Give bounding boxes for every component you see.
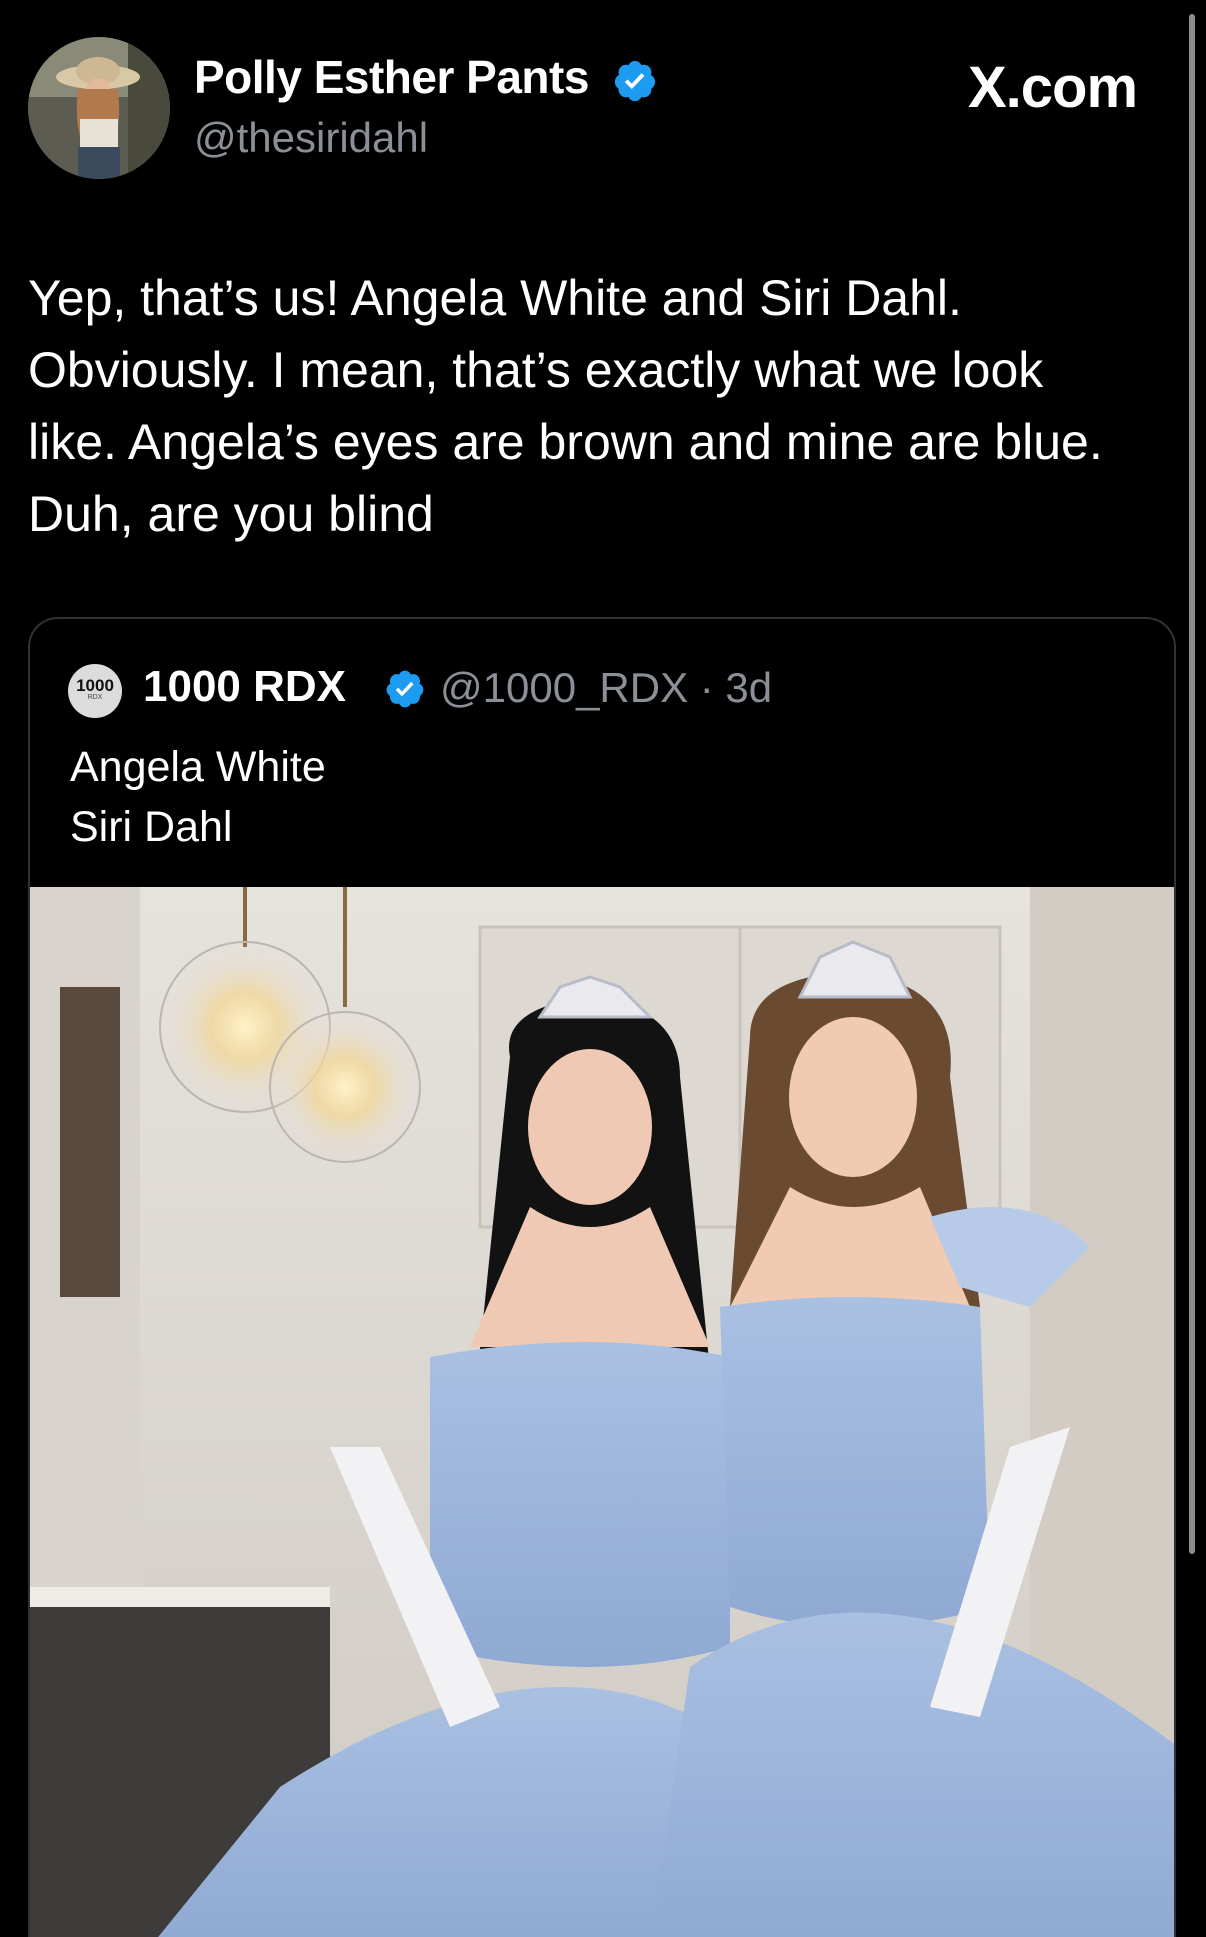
tweet-text-line: Duh, are you blind <box>28 486 434 542</box>
tweet-text-line: Obviously. I mean, that’s exactly what w… <box>28 342 1044 398</box>
quoted-author-avatar[interactable]: 1000 RDX <box>68 664 122 718</box>
photo-two-women-ball-gowns <box>30 887 1174 1937</box>
tweet-text: Yep, that’s us! Angela White and Siri Da… <box>28 262 1188 550</box>
quoted-handle-and-time[interactable]: @1000_RDX · 3d <box>440 664 772 712</box>
author-avatar[interactable] <box>28 37 170 179</box>
avatar-logo-text: 1000 <box>76 676 114 695</box>
quoted-tweet-text: Angela White Siri Dahl <box>70 737 326 857</box>
tweet-text-line: like. Angela’s eyes are brown and mine a… <box>28 414 1103 470</box>
scrollbar[interactable] <box>1189 14 1195 1554</box>
tweet-text-line: Yep, that’s us! Angela White and Siri Da… <box>28 270 962 326</box>
quoted-tweet-card[interactable]: 1000 RDX 1000 RDX @1000_RDX · 3d Angela … <box>28 617 1176 1937</box>
site-watermark: X.com <box>968 55 1138 120</box>
quoted-media-image[interactable] <box>30 887 1174 1937</box>
author-name[interactable]: Polly Esther Pants <box>194 50 589 104</box>
quoted-text-line: Siri Dahl <box>70 803 233 851</box>
verified-badge-icon <box>612 58 658 104</box>
author-handle[interactable]: @thesiridahl <box>194 114 428 162</box>
quoted-author-name[interactable]: 1000 RDX <box>143 662 346 712</box>
verified-badge-icon <box>384 668 426 710</box>
quoted-text-line: Angela White <box>70 743 326 791</box>
avatar-logo-subtext: RDX <box>87 694 103 701</box>
avatar-photo <box>28 37 170 179</box>
